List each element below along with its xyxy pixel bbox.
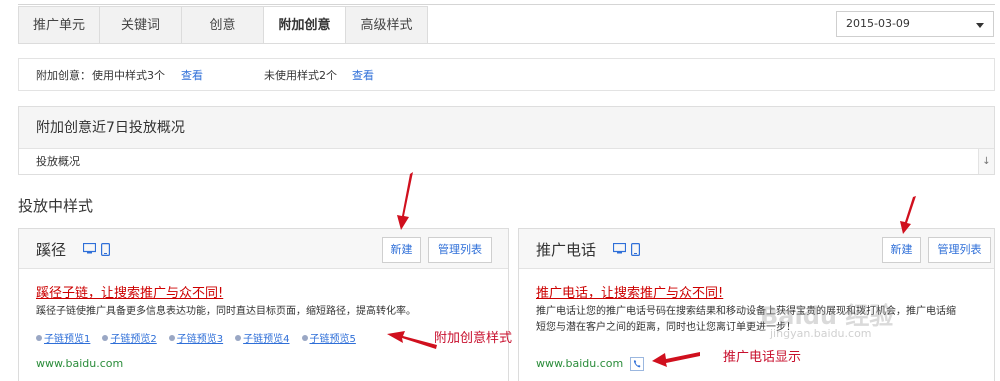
chevron-down-icon [976,23,984,28]
manage-list-button[interactable]: 管理列表 [928,237,991,263]
new-button[interactable]: 新建 [882,237,921,263]
ad-url: www.baidu.com [36,357,124,370]
desktop-icon [83,243,96,254]
sublink-label: 子链预览1 [44,334,91,345]
sublink-5[interactable]: 子链预览5 [301,330,356,345]
date-select[interactable]: 2015-03-09 [836,11,994,37]
tab-keywords[interactable]: 关键词 [100,6,182,44]
overview-row-label: 投放概况 [36,155,80,168]
tabs-divider [18,43,995,44]
sublink-list: 子链预览1 子链预览2 子链预览3 子链预览4 子链预览5 [36,330,368,345]
ad-description-line2: 短您与潜在客户之间的距离，同时也让您离订单更进一步！ [536,322,796,333]
ad-title-prefix: 蹊径子链，让搜索 [36,286,141,301]
top-border [18,4,995,5]
ad-title-highlight: 推广 [140,286,167,301]
bullet-icon [301,334,308,341]
sublink-label: 子链预览4 [243,334,290,345]
sublink-label: 子链预览2 [110,334,157,345]
expand-arrow-icon[interactable]: ↓ [978,149,994,174]
desktop-icon [613,243,626,254]
sublink-4[interactable]: 子链预览4 [235,330,290,345]
ad-url: www.baidu.com [536,357,624,370]
ad-description: 蹊径子链使推广具备更多信息表达功能，同时直达目标页面，缩短路径，提高转化率。 [36,306,416,317]
bullet-icon [102,334,109,341]
ad-title-prefix: 推广电话，让搜索 [536,286,641,301]
overview-title: 附加创意近7日投放概况 [19,107,994,149]
annotation-extra-style: 附加创意样式 [434,331,513,346]
style-info-bar: 附加创意： 使用中样式3个 查看 未使用样式2个 查看 [18,58,995,91]
tab-advanced-style[interactable]: 高级样式 [346,6,428,44]
overview-panel: 附加创意近7日投放概况 投放概况 ↓ [18,106,995,175]
bullet-icon [168,334,175,341]
device-icons [83,243,110,256]
ad-title-suffix: 与众不同! [166,286,224,301]
new-button[interactable]: 新建 [382,237,421,263]
sublink-2[interactable]: 子链预览2 [102,330,157,345]
using-label: 附加创意： [36,69,91,82]
view-unused-link[interactable]: 查看 [352,59,374,92]
date-select-value: 2015-03-09 [846,17,910,30]
device-icons [613,243,640,256]
sublink-3[interactable]: 子链预览3 [168,330,224,345]
section-title: 投放中样式 [18,197,94,215]
using-count: 使用中样式3个 [92,69,165,82]
arrow-icon [397,172,413,230]
bullet-icon [36,334,42,341]
sublink-label: 子链预览3 [176,334,224,345]
manage-list-button[interactable]: 管理列表 [428,237,492,263]
card-title: 蹊径 [36,241,67,259]
annotation-phone-display: 推广电话显示 [723,350,802,365]
overview-row: 投放概况 ↓ [19,149,994,174]
ad-title-highlight: 推广 [640,286,667,301]
mobile-icon [631,243,640,256]
mobile-icon [101,243,110,256]
sublink-1[interactable]: 子链预览1 [36,330,90,345]
phone-icon[interactable] [630,357,644,371]
tab-bar: 推广单元 关键词 创意 附加创意 高级样式 [18,6,428,44]
view-using-link[interactable]: 查看 [181,59,203,92]
card-title: 推广电话 [536,241,597,259]
bullet-icon [235,334,242,341]
tab-creative[interactable]: 创意 [182,6,264,44]
ad-title[interactable]: 推广电话，让搜索推广与众不同! [536,282,723,301]
sublink-label: 子链预览5 [309,334,356,345]
card-header: 推广电话 新建 管理列表 [519,229,994,269]
card-header: 蹊径 新建 管理列表 [19,229,508,269]
watermark-url: jingyan.baidu.com [770,327,872,340]
tab-extra-creative[interactable]: 附加创意 [264,6,346,44]
watermark-logo: Baidu 经验 [760,302,894,330]
card-sitelinks: 蹊径 新建 管理列表 蹊径子链，让搜索推广与众不同! 蹊径子链使推广具备更多信息… [18,228,509,381]
unused-count: 未使用样式2个 [264,69,337,82]
tab-promotion-unit[interactable]: 推广单元 [18,6,100,44]
ad-title[interactable]: 蹊径子链，让搜索推广与众不同! [36,282,223,301]
ad-title-suffix: 与众不同! [666,286,724,301]
